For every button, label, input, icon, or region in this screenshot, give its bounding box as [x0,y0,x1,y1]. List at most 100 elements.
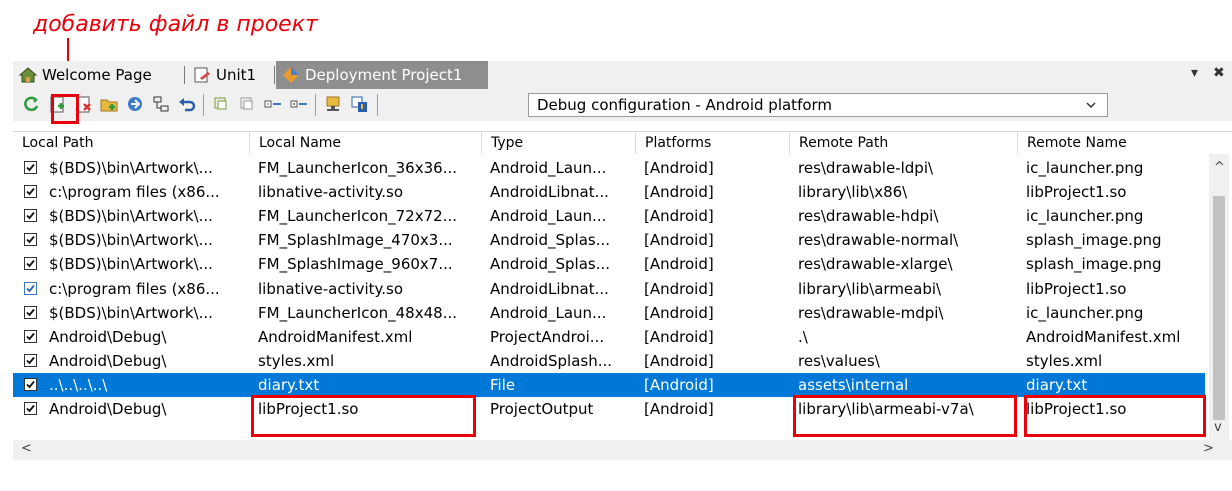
cell-local-path: $(BDS)\bin\Artwork\... [49,231,213,250]
table-row[interactable]: Android\Debug\ styles.xml AndroidSplash...… [13,349,1205,373]
row-checkbox[interactable] [24,402,37,415]
column-header-platforms[interactable]: Platforms [636,132,790,154]
column-header-type[interactable]: Type [482,132,636,154]
cell-type: Android_Laun... [490,159,607,177]
table-row[interactable]: c:\program files (x86... libnative-activi… [13,180,1205,204]
add-feature-files-icon[interactable] [97,92,121,116]
tab-bar: Welcome Page Unit1 Deployment Project1 ▾… [13,61,1232,89]
tab-unit1[interactable]: Unit1 [187,61,262,89]
close-icon[interactable]: ✖ [1213,65,1225,81]
cell-type: ProjectAndroi... [490,327,605,346]
cell-local-name: libProject1.so [258,400,359,418]
cell-remote-path: library\lib\armeabi-v7a\ [798,400,974,418]
cell-local-path: ..\..\..\..\ [49,375,108,394]
table-row[interactable]: $(BDS)\bin\Artwork\... FM_LauncherIcon_36… [13,156,1205,180]
cell-local-path: Android\Debug\ [49,400,167,418]
scroll-down-icon[interactable]: v [1214,420,1222,435]
table-row[interactable]: Android\Debug\ AndroidManifest.xml Project… [13,325,1205,349]
row-checkbox[interactable] [24,353,37,367]
cell-type: File [490,375,516,394]
cell-local-name: FM_SplashImage_960x7... [258,255,453,274]
column-header-local-path[interactable]: Local Path [13,132,250,154]
cell-platforms: [Android] [644,375,714,394]
table-row[interactable]: ..\..\..\..\ diary.txt File [Android] assets… [13,372,1205,397]
cell-platforms: [Android] [644,255,714,274]
table-row[interactable]: Android\Debug\ libProject1.so ProjectOutpu… [13,397,1205,421]
cell-type: Android_Splas... [490,255,611,274]
connect-icon[interactable] [149,92,173,116]
tab-deployment-project1[interactable]: Deployment Project1 [276,61,488,89]
table-row[interactable]: $(BDS)\bin\Artwork\... FM_SplashImage_470… [13,228,1205,252]
cell-local-path: $(BDS)\bin\Artwork\... [49,303,213,322]
cell-type: AndroidLibnat... [490,183,609,202]
cell-type: Android_Splas... [490,231,611,250]
deploy-icon[interactable] [123,92,147,116]
copy-icon[interactable] [209,92,233,116]
cell-local-path: c:\program files (x86... [49,279,220,298]
cell-type: AndroidLibnat... [490,279,609,298]
row-checkbox[interactable] [24,185,37,199]
toolbar-divider [315,94,316,116]
row-checkbox[interactable] [24,257,37,271]
cell-local-path: $(BDS)\bin\Artwork\... [49,159,213,177]
table-row[interactable]: $(BDS)\bin\Artwork\... FM_LauncherIcon_48… [13,301,1205,325]
row-checkbox[interactable] [24,377,37,391]
row-checkbox[interactable] [24,233,37,247]
tab-menu-chevron-icon[interactable]: ▾ [1191,65,1198,81]
remove-files-icon[interactable] [71,92,95,116]
scroll-right-icon[interactable]: > [1203,441,1214,456]
copy-alt-icon[interactable] [235,92,259,116]
vertical-scrollbar-thumb[interactable] [1213,196,1225,420]
cell-remote-name: styles.xml [1026,351,1103,370]
cell-local-path: c:\program files (x86... [49,183,220,202]
cell-remote-path: res\values\ [798,351,880,370]
row-checkbox[interactable] [24,281,37,295]
tab-welcome-page[interactable]: Welcome Page [13,61,158,89]
cell-type: AndroidSplash... [490,351,613,370]
cell-platforms: [Android] [644,183,714,202]
revert-to-default-icon[interactable] [19,92,43,116]
column-header-remote-path[interactable]: Remote Path [790,132,1018,154]
row-checkbox[interactable] [24,209,37,223]
deployment-diamond-icon [281,66,301,84]
table-row[interactable]: c:\program files (x86... libnative-activi… [13,277,1205,301]
cell-remote-name: AndroidManifest.xml [1026,327,1181,346]
cell-local-path: $(BDS)\bin\Artwork\... [49,207,213,226]
collapse-icon[interactable] [261,92,285,116]
cell-remote-name: libProject1.so [1026,279,1127,298]
column-header-local-name[interactable]: Local Name [250,132,482,154]
toolbar: Debug configuration - Android platform [13,89,1232,121]
cell-local-name: libnative-activity.so [258,279,404,298]
add-files-icon[interactable] [45,92,69,116]
cell-local-name: libnative-activity.so [258,183,404,202]
tab-divider [184,66,185,84]
column-header-remote-name[interactable]: Remote Name [1018,132,1232,154]
cell-remote-path: res\drawable-mdpi\ [798,303,944,322]
row-checkbox[interactable] [24,305,37,319]
cell-remote-path: assets\internal [798,375,909,394]
export-icon[interactable] [347,92,371,116]
table-row[interactable]: $(BDS)\bin\Artwork\... FM_LauncherIcon_72… [13,204,1205,228]
cell-platforms: [Android] [644,327,714,346]
expand-icon[interactable] [287,92,311,116]
cell-platforms: [Android] [644,279,714,298]
chevron-down-icon[interactable] [1085,94,1097,124]
row-checkbox[interactable] [24,329,37,343]
cell-local-name: diary.txt [258,375,320,394]
cell-local-name: FM_LauncherIcon_72x72... [258,207,457,226]
cell-local-name: FM_LauncherIcon_36x36... [258,159,457,177]
folder-icon[interactable] [321,92,345,116]
configuration-select[interactable]: Debug configuration - Android platform [528,93,1108,117]
scroll-left-icon[interactable]: < [21,441,32,456]
cell-remote-path: library\lib\armeabi\ [798,279,942,298]
horizontal-scrollbar[interactable]: < > [13,440,1232,460]
cell-remote-name: diary.txt [1026,375,1088,394]
cell-remote-name: libProject1.so [1026,183,1127,202]
cell-platforms: [Android] [644,207,714,226]
undo-icon[interactable] [175,92,199,116]
row-checkbox[interactable] [24,161,37,174]
cell-local-name: styles.xml [258,351,335,370]
table-row[interactable]: $(BDS)\bin\Artwork\... FM_SplashImage_960… [13,252,1205,276]
deployment-files-grid: Local Path Local Name Type Platforms Rem… [13,131,1232,461]
scroll-up-icon[interactable]: ^ [1214,160,1225,175]
